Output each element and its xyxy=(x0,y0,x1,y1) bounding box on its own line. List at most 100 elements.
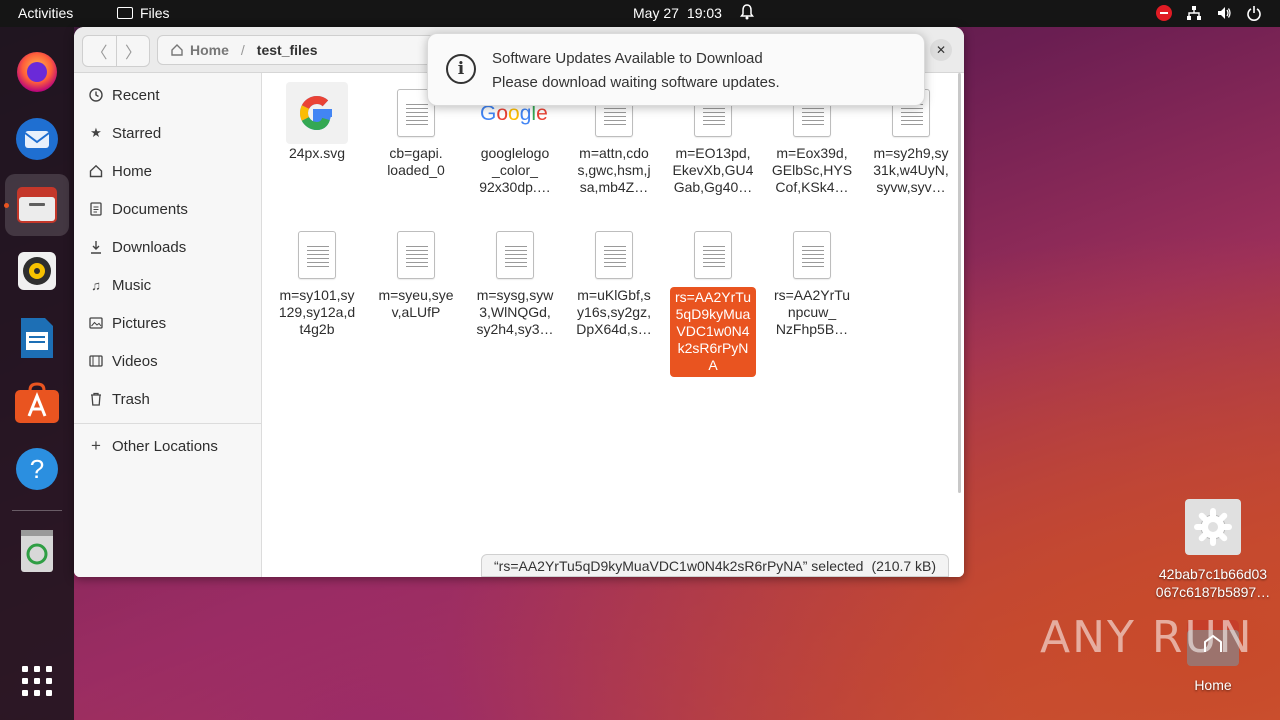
file-item[interactable]: m=syeu,sye v,aLUfP xyxy=(373,223,459,321)
scrollbar[interactable] xyxy=(958,73,961,493)
file-name: m=EO13pd, EkevXb,GU4 Gab,Gg40… xyxy=(672,145,754,195)
watermark-text: ANY RUN xyxy=(1040,612,1254,663)
desktop-home-label: Home xyxy=(1194,677,1232,693)
file-item[interactable]: 24px.svg xyxy=(274,81,360,162)
power-icon xyxy=(1247,6,1261,21)
text-file-icon xyxy=(274,223,360,287)
desktop-file-label: 42bab7c1b66d03 067c6187b5897… xyxy=(1155,566,1271,600)
sidebar-item-downloads[interactable]: Downloads xyxy=(74,229,262,265)
date: May 27 xyxy=(633,5,679,21)
running-indicator xyxy=(4,203,9,208)
selection-status: “rs=AA2YrTu5qD9kyMuaVDC1w0N4k2sR6rPyNA” … xyxy=(494,557,864,574)
folder-icon xyxy=(117,7,133,19)
help-icon[interactable]: ? xyxy=(13,445,61,493)
sidebar-item-recent[interactable]: Recent xyxy=(74,77,262,113)
path-separator: / xyxy=(240,42,245,58)
forward-button[interactable]: 〉 xyxy=(116,36,149,66)
file-item-selected[interactable]: rs=AA2YrTu 5qD9kyMua VDC1w0N4 k2sR6rPyN … xyxy=(670,223,756,377)
sidebar-item-starred[interactable]: ★ Starred xyxy=(74,115,262,151)
system-tray[interactable] xyxy=(1156,5,1262,21)
file-name: m=attn,cdo s,gwc,hsm,j sa,mb4Z… xyxy=(577,145,651,195)
dock: ? xyxy=(0,27,74,720)
file-item[interactable]: m=uKlGbf,s y16s,sy2gz, DpX64d,s… xyxy=(571,223,657,338)
home-icon xyxy=(171,44,183,56)
app-menu[interactable]: Files xyxy=(117,5,170,21)
file-item[interactable]: rs=AA2YrTu npcuw_ NzFhp5B… xyxy=(769,223,855,338)
clock[interactable]: May 27 19:03 xyxy=(633,5,722,21)
watermark: ANY RUN xyxy=(1040,612,1254,663)
time: 19:03 xyxy=(686,5,722,21)
bell-icon xyxy=(740,4,754,20)
sidebar-item-label: Pictures xyxy=(112,314,167,332)
gear-icon xyxy=(1185,499,1241,555)
network-icon xyxy=(1187,6,1201,20)
desktop-file-icon[interactable]: 42bab7c1b66d03 067c6187b5897… xyxy=(1148,499,1278,601)
file-name: rs=AA2YrTu 5qD9kyMua VDC1w0N4 k2sR6rPyN … xyxy=(670,287,756,377)
file-name: 24px.svg xyxy=(288,145,346,161)
top-bar: Activities Files May 27 19:03 xyxy=(0,0,1280,27)
app-center-icon[interactable] xyxy=(13,379,61,427)
trash-icon xyxy=(88,391,104,407)
show-apps-icon[interactable] xyxy=(13,657,61,705)
notification-banner[interactable]: i Software Updates Available to Download… xyxy=(427,33,925,106)
trash-icon[interactable] xyxy=(13,527,61,575)
sidebar-item-label: Videos xyxy=(112,352,158,370)
path-current-button[interactable]: test_files xyxy=(257,42,318,58)
sidebar-item-label: Trash xyxy=(112,390,150,408)
file-name: m=uKlGbf,s y16s,sy2gz, DpX64d,s… xyxy=(576,287,652,337)
file-name: m=sy2h9,sy 31k,w4UyN, syvw,syv… xyxy=(873,145,949,195)
file-name: cb=gapi. loaded_0 xyxy=(387,145,445,178)
sidebar-item-documents[interactable]: Documents xyxy=(74,191,262,227)
file-name: rs=AA2YrTu npcuw_ NzFhp5B… xyxy=(773,287,851,337)
status-bar: “rs=AA2YrTu5qD9kyMuaVDC1w0N4k2sR6rPyNA” … xyxy=(481,554,950,577)
file-view: 24px.svg cb=gapi. loaded_0 Google google… xyxy=(262,73,964,577)
sidebar-item-home[interactable]: Home xyxy=(74,153,262,189)
dock-separator xyxy=(12,510,62,511)
thunderbird-icon[interactable] xyxy=(13,115,61,163)
back-button[interactable]: 〈 xyxy=(83,36,116,66)
path-home-label: Home xyxy=(190,42,229,58)
file-name: m=Eox39d, GElbSc,HYS Cof,KSk4… xyxy=(771,145,853,195)
sidebar-item-label: Music xyxy=(112,276,152,294)
stop-icon xyxy=(1156,5,1172,21)
picture-icon xyxy=(88,315,104,331)
text-file-icon xyxy=(670,223,756,287)
navigation-buttons: 〈 〉 xyxy=(82,35,150,67)
files-icon[interactable] xyxy=(5,174,69,236)
app-name: Files xyxy=(140,5,170,21)
path-bar: Home / test_files xyxy=(157,35,437,65)
sidebar-item-other-locations[interactable]: + Other Locations xyxy=(74,428,262,464)
sidebar-item-pictures[interactable]: Pictures xyxy=(74,305,262,341)
clock-icon xyxy=(88,87,104,103)
close-icon: ✕ xyxy=(935,43,947,57)
sidebar-item-label: Downloads xyxy=(112,238,187,256)
sidebar-item-videos[interactable]: Videos xyxy=(74,343,262,379)
close-button[interactable]: ✕ xyxy=(930,39,952,61)
sidebar: Recent ★ Starred Home Documents Download… xyxy=(74,73,262,577)
file-name: m=sysg,syw 3,WlNQGd, sy2h4,sy3… xyxy=(476,287,554,337)
sidebar-item-music[interactable]: ♫ Music xyxy=(74,267,262,303)
firefox-icon[interactable] xyxy=(13,47,61,95)
activities-button[interactable]: Activities xyxy=(18,5,73,21)
google-g-icon xyxy=(274,81,360,145)
music-icon: ♫ xyxy=(91,277,101,293)
path-home-button[interactable]: Home xyxy=(158,42,229,58)
file-name: googlelogo _color_ 92x30dp.… xyxy=(479,145,551,195)
notification-title: Software Updates Available to Download xyxy=(492,50,763,67)
file-item[interactable]: m=sysg,syw 3,WlNQGd, sy2h4,sy3… xyxy=(472,223,558,338)
chevron-left-icon: 〈 xyxy=(91,45,108,62)
sidebar-item-trash[interactable]: Trash xyxy=(74,381,262,417)
sidebar-separator xyxy=(74,423,262,424)
files-window: 〈 〉 Home / test_files ✕ Recent ★ Starred xyxy=(74,27,964,577)
plus-icon: + xyxy=(91,436,101,455)
star-icon: ★ xyxy=(90,125,102,140)
text-file-icon xyxy=(769,223,855,287)
info-icon: i xyxy=(446,54,476,84)
file-item[interactable]: m=sy101,sy 129,sy12a,d t4g2b xyxy=(274,223,360,338)
volume-icon xyxy=(1218,7,1231,19)
sidebar-item-label: Home xyxy=(112,162,153,180)
sidebar-item-label: Other Locations xyxy=(112,437,218,455)
sidebar-item-label: Starred xyxy=(112,124,162,142)
writer-icon[interactable] xyxy=(13,314,61,362)
rhythmbox-icon[interactable] xyxy=(13,247,61,295)
